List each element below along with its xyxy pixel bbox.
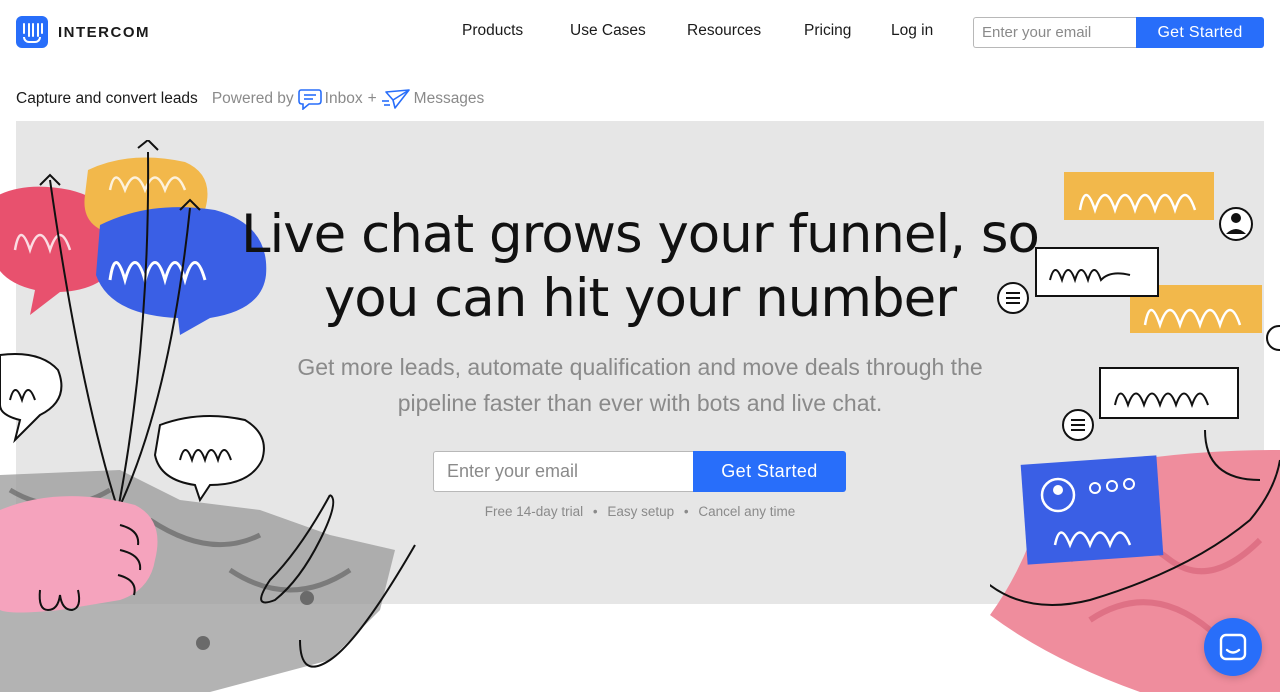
plus-sign: + [367, 90, 377, 107]
messenger-launcher-button[interactable] [1204, 618, 1262, 676]
subheader-title: Capture and convert leads [16, 90, 198, 107]
hero-subtitle-line-2: pipeline faster than ever with bots and … [397, 390, 883, 416]
chat-bubble-icon [297, 89, 322, 110]
note-cancel: Cancel any time [698, 504, 796, 519]
note-easy-setup: Easy setup [607, 504, 675, 519]
nav-get-started-button[interactable]: Get Started [1136, 17, 1264, 48]
note-separator: • [683, 504, 689, 519]
hero-title-line-1: Live chat grows your funnel, so [241, 204, 1040, 265]
note-separator: • [592, 504, 598, 519]
hero-title: Live chat grows your funnel, so you can … [16, 203, 1264, 331]
intercom-logo-icon [16, 16, 48, 48]
hero-get-started-button[interactable]: Get Started [693, 451, 846, 492]
nav-pricing[interactable]: Pricing [804, 22, 851, 40]
note-free-trial: Free 14-day trial [484, 504, 584, 519]
messenger-launcher-icon [1219, 633, 1247, 661]
powered-by-label: Powered by [211, 90, 294, 107]
messages-label: Messages [413, 90, 485, 107]
inbox-label: Inbox [324, 90, 363, 107]
paper-plane-icon [381, 89, 410, 109]
messages-product[interactable]: Messages [377, 88, 485, 110]
nav-log-in[interactable]: Log in [891, 22, 933, 40]
nav-use-cases[interactable]: Use Cases [570, 22, 646, 40]
nav-email-input[interactable] [973, 17, 1137, 48]
nav-products[interactable]: Products [462, 22, 523, 40]
product-subheader: Capture and convert leads Powered by Inb… [16, 88, 484, 110]
intercom-logo[interactable]: INTERCOM [16, 16, 150, 48]
hero-email-input[interactable] [433, 451, 693, 492]
hero-subtitle: Get more leads, automate qualification a… [240, 349, 1040, 421]
brand-name: INTERCOM [58, 23, 150, 41]
top-navigation: INTERCOM Products Use Cases Resources Pr… [0, 0, 1280, 64]
hero-notes: Free 14-day trial • Easy setup • Cancel … [16, 504, 1264, 519]
hero-subtitle-line-1: Get more leads, automate qualification a… [297, 354, 983, 380]
nav-resources[interactable]: Resources [687, 22, 761, 40]
inbox-product[interactable]: Inbox [294, 88, 363, 110]
hero-title-line-2: you can hit your number [323, 268, 957, 329]
